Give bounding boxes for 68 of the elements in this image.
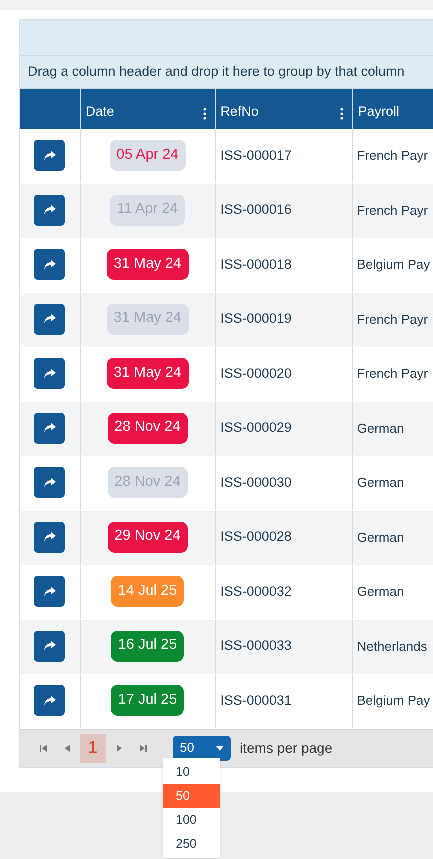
table-cell-text: ISS-000016 — [220, 201, 292, 220]
share-arrow-icon — [44, 150, 56, 161]
table-cell-text: German — [357, 474, 404, 492]
open-button[interactable] — [34, 249, 66, 280]
column-menu-icon[interactable] — [202, 108, 207, 120]
date-badge: 31 May 24 — [106, 249, 189, 280]
open-button[interactable] — [34, 412, 66, 444]
open-button[interactable] — [34, 304, 66, 335]
open-button[interactable] — [34, 194, 66, 226]
last-page-icon — [140, 744, 146, 752]
share-arrow-icon — [44, 586, 56, 597]
date-badge: 14 Jul 25 — [111, 576, 184, 608]
date-badge: 05 Apr 24 — [110, 140, 186, 172]
table-cell-text: ISS-000030 — [220, 474, 292, 492]
share-arrow-icon — [44, 696, 56, 706]
caret-icon — [216, 746, 224, 750]
open-button[interactable] — [34, 630, 66, 662]
table-cell-text: ISS-000020 — [220, 364, 292, 383]
page-size-option[interactable]: 100 — [163, 808, 220, 832]
share-arrow-icon — [44, 478, 56, 488]
first-page-icon — [40, 744, 46, 752]
table-cell-text: German — [357, 420, 404, 438]
table-cell-text: ISS-000018 — [220, 256, 292, 274]
date-badge: 16 Jul 25 — [111, 630, 184, 662]
open-button[interactable] — [34, 467, 66, 498]
date-badge: 11 Apr 24 — [110, 194, 186, 226]
table-cell-text: ISS-000019 — [220, 310, 292, 328]
date-badge: 17 Jul 25 — [111, 685, 184, 716]
table-cell-text: French Payr — [357, 202, 428, 220]
table-cell-text: French Payr — [357, 147, 428, 165]
date-badge: 28 Nov 24 — [108, 412, 188, 444]
open-button[interactable] — [34, 140, 66, 172]
share-arrow-icon — [44, 368, 56, 379]
share-arrow-icon — [44, 641, 56, 652]
date-badge: 31 May 24 — [106, 358, 189, 390]
open-button[interactable] — [34, 358, 66, 390]
open-button[interactable] — [34, 685, 66, 716]
table-cell-text: Netherlands — [357, 638, 428, 656]
share-arrow-icon — [44, 314, 56, 324]
table-cell-text: Belgium Pay — [357, 692, 430, 710]
column-menu-icon[interactable] — [340, 108, 344, 120]
share-arrow-icon — [44, 260, 56, 270]
group-hint: Drag a column header and drop it here to group by that column — [28, 62, 405, 81]
table-cell-text: German — [357, 528, 404, 546]
previous-icon — [64, 744, 70, 752]
open-button[interactable] — [34, 576, 66, 608]
table-cell-text: German — [357, 583, 404, 601]
page-size-dropdown[interactable]: 50 — [173, 736, 231, 760]
table-cell-text: French Payr — [357, 310, 428, 329]
share-arrow-icon — [44, 532, 56, 542]
date-badge: 28 Nov 24 — [108, 467, 188, 498]
table-cell-text: ISS-000032 — [220, 582, 292, 601]
table-cell-text: ISS-000029 — [220, 419, 292, 438]
date-badge: 29 Nov 24 — [108, 522, 188, 553]
next-icon — [116, 744, 122, 752]
table-cell-text: Belgium Pay — [357, 256, 430, 274]
table-cell-text: French Payr — [357, 365, 428, 383]
table-cell-text: ISS-000028 — [220, 528, 292, 546]
page-size-option[interactable]: 250 — [163, 832, 220, 856]
share-arrow-icon — [44, 205, 56, 216]
table-cell-text: ISS-000031 — [220, 692, 292, 710]
page-size-option[interactable]: 10 — [163, 760, 220, 784]
page-size-label: items per page — [240, 738, 333, 758]
table-cell-text: ISS-000017 — [220, 146, 292, 165]
open-button[interactable] — [34, 522, 66, 553]
share-arrow-icon — [44, 423, 56, 434]
table-cell-text: ISS-000033 — [220, 637, 292, 656]
date-badge: 31 May 24 — [106, 304, 189, 335]
